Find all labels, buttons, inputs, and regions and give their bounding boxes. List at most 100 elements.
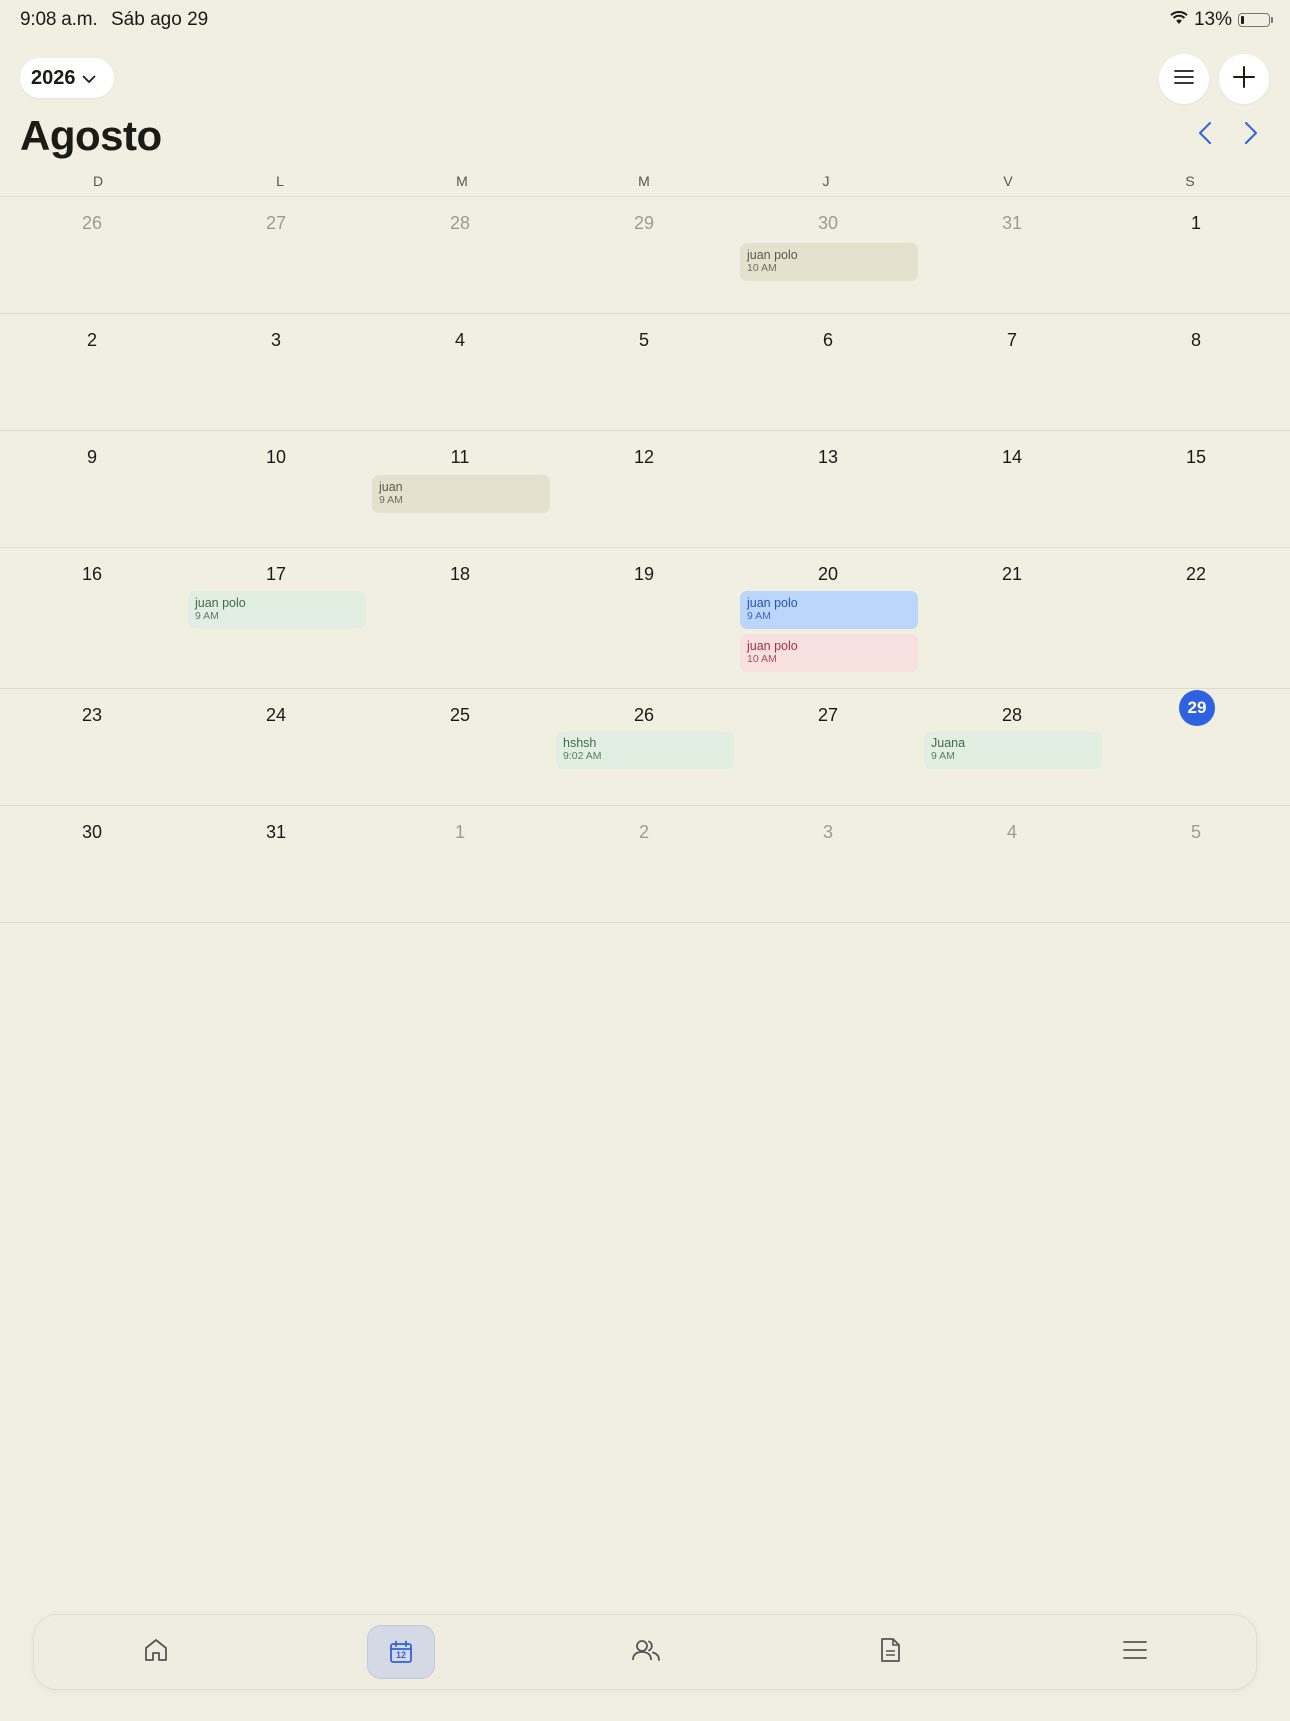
- event-chip[interactable]: juan polo 10 AM: [740, 634, 918, 672]
- day-cell[interactable]: 18: [368, 548, 552, 688]
- day-number: 3: [822, 822, 833, 842]
- list-view-button[interactable]: [1159, 54, 1209, 104]
- status-time: 9:08 a.m.: [20, 9, 98, 30]
- event-title: juan polo: [747, 596, 798, 610]
- day-cell[interactable]: 1: [368, 806, 552, 922]
- weekday-label: V: [1003, 173, 1013, 189]
- event-chip[interactable]: hshsh 9:02 AM: [556, 731, 734, 769]
- day-cell[interactable]: 10: [184, 431, 368, 547]
- add-event-button[interactable]: [1219, 54, 1269, 104]
- day-cell[interactable]: 7: [920, 314, 1104, 430]
- day-number: 9: [86, 447, 97, 467]
- day-number: 10: [265, 447, 287, 467]
- day-cell[interactable]: 3: [184, 314, 368, 430]
- week-row: 30 31 1 2 3 4 5: [0, 805, 1290, 923]
- tab-people[interactable]: [612, 1625, 680, 1679]
- day-cell[interactable]: 4: [920, 806, 1104, 922]
- event-time: 9 AM: [931, 750, 955, 762]
- day-cell[interactable]: 27: [184, 197, 368, 313]
- wifi-icon: [1170, 9, 1188, 31]
- event-chip[interactable]: Juana 9 AM: [924, 731, 1102, 769]
- event-chip[interactable]: juan polo 10 AM: [740, 243, 918, 281]
- event-title: Juana: [931, 736, 966, 750]
- day-cell[interactable]: 1: [1104, 197, 1288, 313]
- day-cell[interactable]: 5: [552, 314, 736, 430]
- day-cell[interactable]: 25: [368, 689, 552, 805]
- weekday-label: L: [276, 173, 284, 189]
- event-chip[interactable]: juan polo 9 AM: [188, 591, 366, 629]
- day-number: 28: [449, 213, 471, 233]
- event-time: 10 AM: [747, 262, 777, 274]
- home-icon: [143, 1637, 169, 1668]
- day-cell[interactable]: 28: [368, 197, 552, 313]
- day-cell[interactable]: 24: [184, 689, 368, 805]
- day-cell[interactable]: 30: [0, 806, 184, 922]
- day-number: 1: [454, 822, 465, 842]
- calendar-icon: 12: [388, 1639, 414, 1665]
- day-cell[interactable]: 5: [1104, 806, 1288, 922]
- weekday-label: D: [92, 173, 104, 189]
- previous-month-button[interactable]: [1190, 118, 1220, 152]
- event-time: 9 AM: [747, 610, 771, 622]
- day-number: 4: [1006, 822, 1017, 842]
- people-icon: [631, 1638, 661, 1667]
- day-cell[interactable]: 16: [0, 548, 184, 688]
- day-number: 24: [265, 705, 287, 725]
- day-cell[interactable]: 8: [1104, 314, 1288, 430]
- day-cell[interactable]: 2: [552, 806, 736, 922]
- tab-menu[interactable]: [1101, 1625, 1169, 1679]
- day-cell[interactable]: 31: [920, 197, 1104, 313]
- day-number: 17: [265, 564, 287, 584]
- event-title: juan polo: [747, 639, 798, 653]
- day-number: 3: [270, 330, 281, 350]
- day-cell[interactable]: 29: [552, 197, 736, 313]
- day-cell[interactable]: 31: [184, 806, 368, 922]
- day-cell[interactable]: 21: [920, 548, 1104, 688]
- week-row: 9 10 11 12 13 14 15: [0, 430, 1290, 547]
- next-month-button[interactable]: [1236, 118, 1266, 152]
- day-number: 23: [81, 705, 103, 725]
- weekday-header: D L M M J V S: [0, 170, 1290, 196]
- day-cell[interactable]: 4: [368, 314, 552, 430]
- month-grid: 26 27 28 29 30 31 1 2 3 4 5 6 7 8 9 10 11 12 13 14 15 16 17 18 1…: [0, 196, 1290, 923]
- event-chip[interactable]: juan polo 9 AM: [740, 591, 918, 629]
- list-icon: [1174, 69, 1194, 90]
- day-cell[interactable]: 12: [552, 431, 736, 547]
- tab-home[interactable]: [122, 1625, 190, 1679]
- day-number: 7: [1006, 330, 1017, 350]
- day-number: 12: [633, 447, 655, 467]
- day-number: 30: [817, 213, 839, 233]
- day-cell[interactable]: 13: [736, 431, 920, 547]
- status-indicators: 13%: [1170, 9, 1273, 31]
- day-cell[interactable]: 23: [0, 689, 184, 805]
- day-number: 4: [454, 330, 465, 350]
- day-number: 31: [1001, 213, 1023, 233]
- event-title: juan: [379, 480, 403, 494]
- day-cell[interactable]: 26: [0, 197, 184, 313]
- tab-calendar[interactable]: 12: [367, 1625, 435, 1679]
- week-row: 26 27 28 29 30 31 1: [0, 196, 1290, 313]
- day-number: 20: [817, 564, 839, 584]
- day-cell[interactable]: 9: [0, 431, 184, 547]
- tab-documents[interactable]: [856, 1625, 924, 1679]
- day-number: 28: [1001, 705, 1023, 725]
- today-badge[interactable]: 29: [1179, 690, 1215, 726]
- day-cell[interactable]: 19: [552, 548, 736, 688]
- day-cell[interactable]: 22: [1104, 548, 1288, 688]
- day-cell[interactable]: 27: [736, 689, 920, 805]
- day-cell[interactable]: 15: [1104, 431, 1288, 547]
- day-number: 21: [1001, 564, 1023, 584]
- year-selector[interactable]: 2026: [20, 58, 114, 98]
- day-cell[interactable]: 14: [920, 431, 1104, 547]
- event-time: 9 AM: [379, 494, 403, 506]
- day-number: 5: [638, 330, 649, 350]
- day-cell[interactable]: 6: [736, 314, 920, 430]
- day-cell[interactable]: 2: [0, 314, 184, 430]
- event-chip[interactable]: juan 9 AM: [372, 475, 550, 513]
- status-bar: 9:08 a.m. Sáb ago 29 13%: [0, 0, 1290, 42]
- day-number: 5: [1190, 822, 1201, 842]
- event-time: 10 AM: [747, 653, 777, 665]
- day-cell[interactable]: 3: [736, 806, 920, 922]
- chevron-right-icon: [1244, 121, 1258, 150]
- weekday-label: M: [638, 173, 650, 189]
